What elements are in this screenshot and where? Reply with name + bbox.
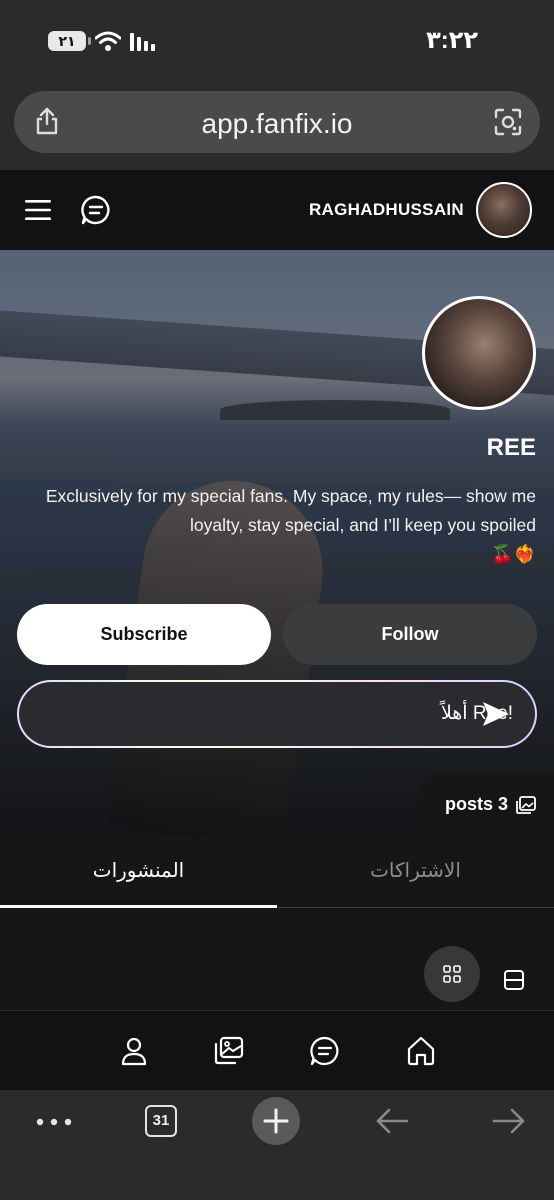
bio-emoji: 🍒❤️‍🔥 — [491, 544, 536, 564]
browser-toolbar: 31 — [0, 1090, 554, 1200]
message-input-field[interactable]: أهلاً Ree! — [19, 682, 535, 746]
clock: ٣:٢٢ — [426, 27, 478, 54]
posts-content — [0, 908, 554, 1010]
address-bar[interactable]: app.fanfix.io — [14, 91, 540, 153]
profile-tabs: المنشورات الاشتراكات — [0, 838, 554, 908]
posts-count-badge: posts 3 — [420, 774, 554, 838]
grid-icon — [443, 965, 461, 983]
tab-switcher-button[interactable]: 31 — [145, 1105, 177, 1137]
profile-bio: Exclusively for my special fans. My spac… — [26, 482, 536, 569]
message-input[interactable]: أهلاً Ree! — [17, 680, 537, 748]
lens-icon[interactable] — [494, 108, 522, 136]
menu-icon[interactable] — [24, 198, 52, 222]
tab-posts[interactable]: المنشورات — [0, 838, 277, 908]
new-tab-button[interactable] — [252, 1097, 300, 1145]
battery-indicator: ٢١ — [48, 31, 91, 51]
header-avatar[interactable] — [476, 182, 532, 238]
signal-icon — [130, 33, 155, 51]
follow-button[interactable]: Follow — [283, 604, 537, 665]
posts-count-label: posts 3 — [444, 794, 508, 814]
gallery-icon — [516, 796, 536, 814]
header-username[interactable]: RAGHADHUSSAIN — [309, 200, 464, 220]
list-view-icon[interactable] — [498, 964, 530, 996]
status-bar: ٢١ ٣:٢٢ — [0, 0, 554, 82]
plus-icon — [263, 1108, 289, 1134]
browser-address-area: app.fanfix.io — [0, 82, 554, 170]
grid-view-button[interactable] — [424, 946, 480, 1002]
url-text[interactable]: app.fanfix.io — [14, 108, 540, 140]
profile-icon[interactable] — [118, 1035, 150, 1067]
more-icon[interactable] — [36, 1118, 72, 1126]
profile-avatar[interactable] — [422, 296, 536, 410]
forward-icon[interactable] — [492, 1108, 526, 1134]
wifi-icon — [95, 31, 121, 51]
home-icon[interactable] — [405, 1035, 437, 1067]
profile-hero: REE Exclusively for my special fans. My … — [0, 250, 554, 838]
subscribe-button[interactable]: Subscribe — [17, 604, 271, 665]
profile-display-name: REE — [486, 434, 536, 461]
gallery-icon[interactable] — [213, 1035, 245, 1067]
chat-icon[interactable] — [309, 1035, 341, 1067]
send-icon[interactable] — [481, 700, 511, 728]
site-header: RAGHADHUSSAIN — [0, 170, 554, 250]
chat-icon[interactable] — [80, 194, 112, 226]
bio-text: Exclusively for my special fans. My spac… — [45, 486, 536, 535]
back-icon[interactable] — [375, 1108, 409, 1134]
tab-subscriptions[interactable]: الاشتراكات — [277, 838, 554, 908]
site-bottom-nav — [0, 1010, 554, 1090]
